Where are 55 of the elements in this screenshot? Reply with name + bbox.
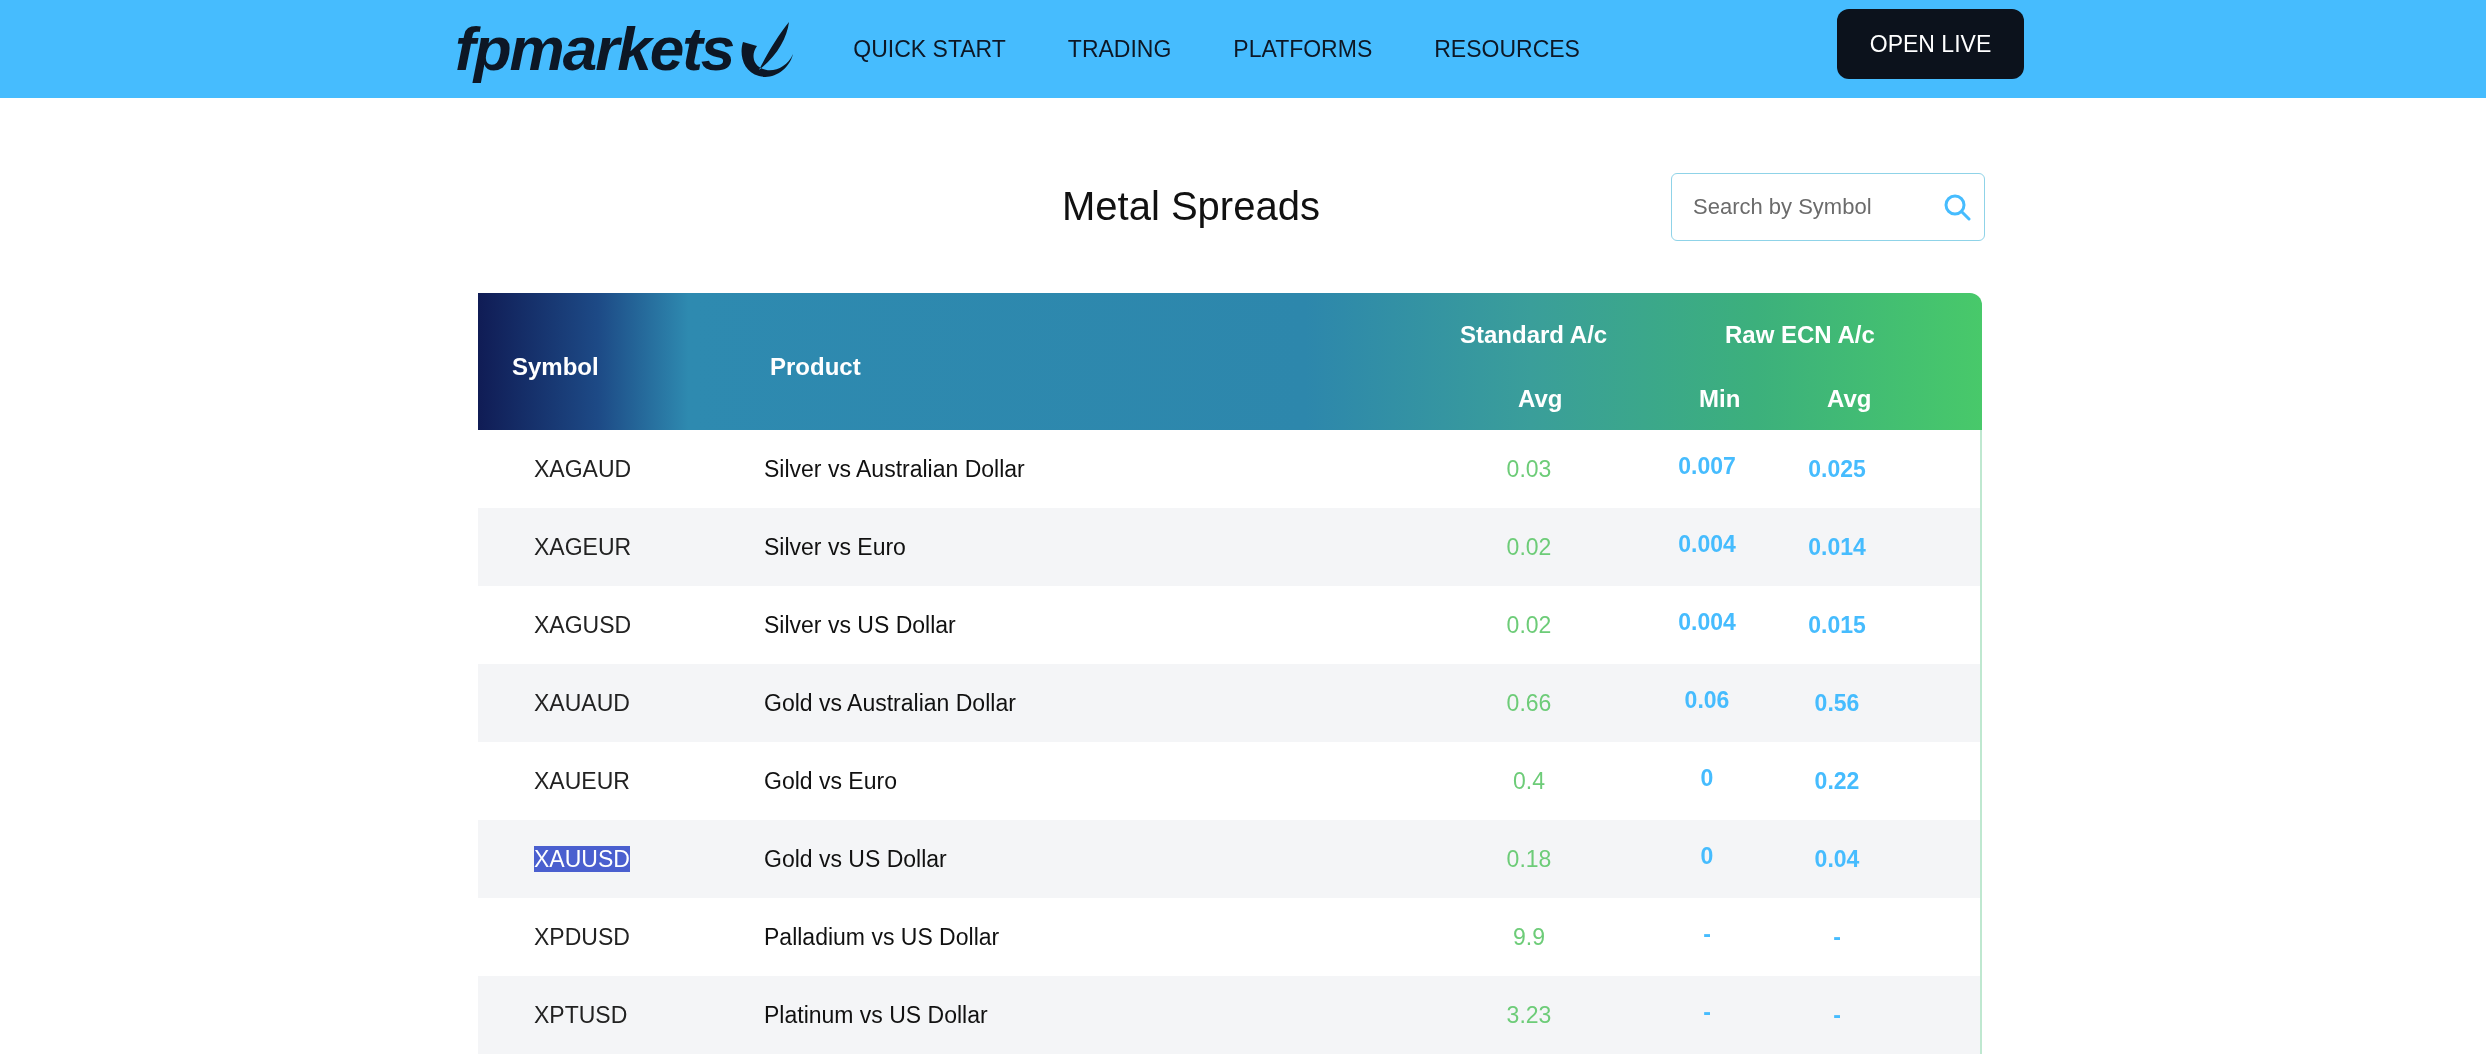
table-cell: 3.23 xyxy=(1506,1001,1552,1028)
table-cell: 0.014 xyxy=(1808,533,1866,560)
column-header: Product xyxy=(770,352,861,382)
table-cell: XAGEUR xyxy=(534,533,632,560)
column-group-header: Standard A/c xyxy=(1460,320,1608,350)
table-cell: 0.02 xyxy=(1506,533,1552,560)
page-title: Metal Spreads xyxy=(1062,183,1320,230)
table-cell: XAUAUD xyxy=(534,689,630,716)
table-cell: Palladium vs US Dollar xyxy=(764,923,1000,950)
column-header: Min xyxy=(1699,384,1741,414)
table-cell: XAUEUR xyxy=(534,767,630,794)
table-cell: - xyxy=(1703,921,1711,948)
table-cell: - xyxy=(1833,1001,1841,1028)
table-cell: 0.025 xyxy=(1808,455,1866,482)
open-live-button[interactable]: OPEN LIVE xyxy=(1837,9,2024,79)
table-cell: Silver vs Euro xyxy=(764,533,906,560)
table-cell: 0.04 xyxy=(1814,845,1860,872)
table-cell: 0.03 xyxy=(1506,455,1552,482)
table-cell: Gold vs Australian Dollar xyxy=(764,689,1016,716)
search-field[interactable]: Search by Symbol xyxy=(1671,173,1985,241)
nav-link[interactable]: TRADING xyxy=(1067,31,1172,67)
search-icon[interactable] xyxy=(1943,193,1971,221)
table-cell: XPTUSD xyxy=(534,1001,628,1028)
column-header: Avg xyxy=(1827,384,1872,414)
table-cell: Gold vs US Dollar xyxy=(764,845,947,872)
table-cell: 0.4 xyxy=(1513,767,1545,794)
nav-link[interactable]: QUICK START xyxy=(853,31,1006,67)
table-cell: XAGAUD xyxy=(534,455,632,482)
table-cell: 0.66 xyxy=(1506,689,1552,716)
table-cell: Gold vs Euro xyxy=(764,767,897,794)
table-cell: 0.004 xyxy=(1678,531,1736,558)
table-cell: 0.015 xyxy=(1808,611,1866,638)
table-cell: 0.22 xyxy=(1814,767,1860,794)
nav-link[interactable]: RESOURCES xyxy=(1434,31,1580,67)
column-group-header: Raw ECN A/c xyxy=(1725,320,1875,350)
table-cell: 0.18 xyxy=(1506,845,1552,872)
table-cell: 0 xyxy=(1700,843,1714,870)
table-cell: Platinum vs US Dollar xyxy=(764,1001,988,1028)
column-header: Symbol xyxy=(512,352,599,382)
nav-link[interactable]: PLATFORMS xyxy=(1233,31,1373,67)
table-cell: 0.56 xyxy=(1814,689,1860,716)
table-cell: XAUUSD xyxy=(534,845,630,872)
table-cell: XPDUSD xyxy=(534,923,630,950)
table-cell: - xyxy=(1703,999,1711,1026)
table-cell: XAGUSD xyxy=(534,611,632,638)
table-cell: 0.02 xyxy=(1506,611,1552,638)
table-cell: 0.004 xyxy=(1678,609,1736,636)
column-header: Avg xyxy=(1518,384,1563,414)
table-cell: - xyxy=(1833,923,1841,950)
table-cell: 0.06 xyxy=(1684,687,1730,714)
table-cell: 0.007 xyxy=(1678,453,1736,480)
table-cell: Silver vs Australian Dollar xyxy=(764,455,1025,482)
table-cell: 9.9 xyxy=(1513,923,1545,950)
table-cell: 0 xyxy=(1700,765,1714,792)
table-cell: Silver vs US Dollar xyxy=(764,611,956,638)
